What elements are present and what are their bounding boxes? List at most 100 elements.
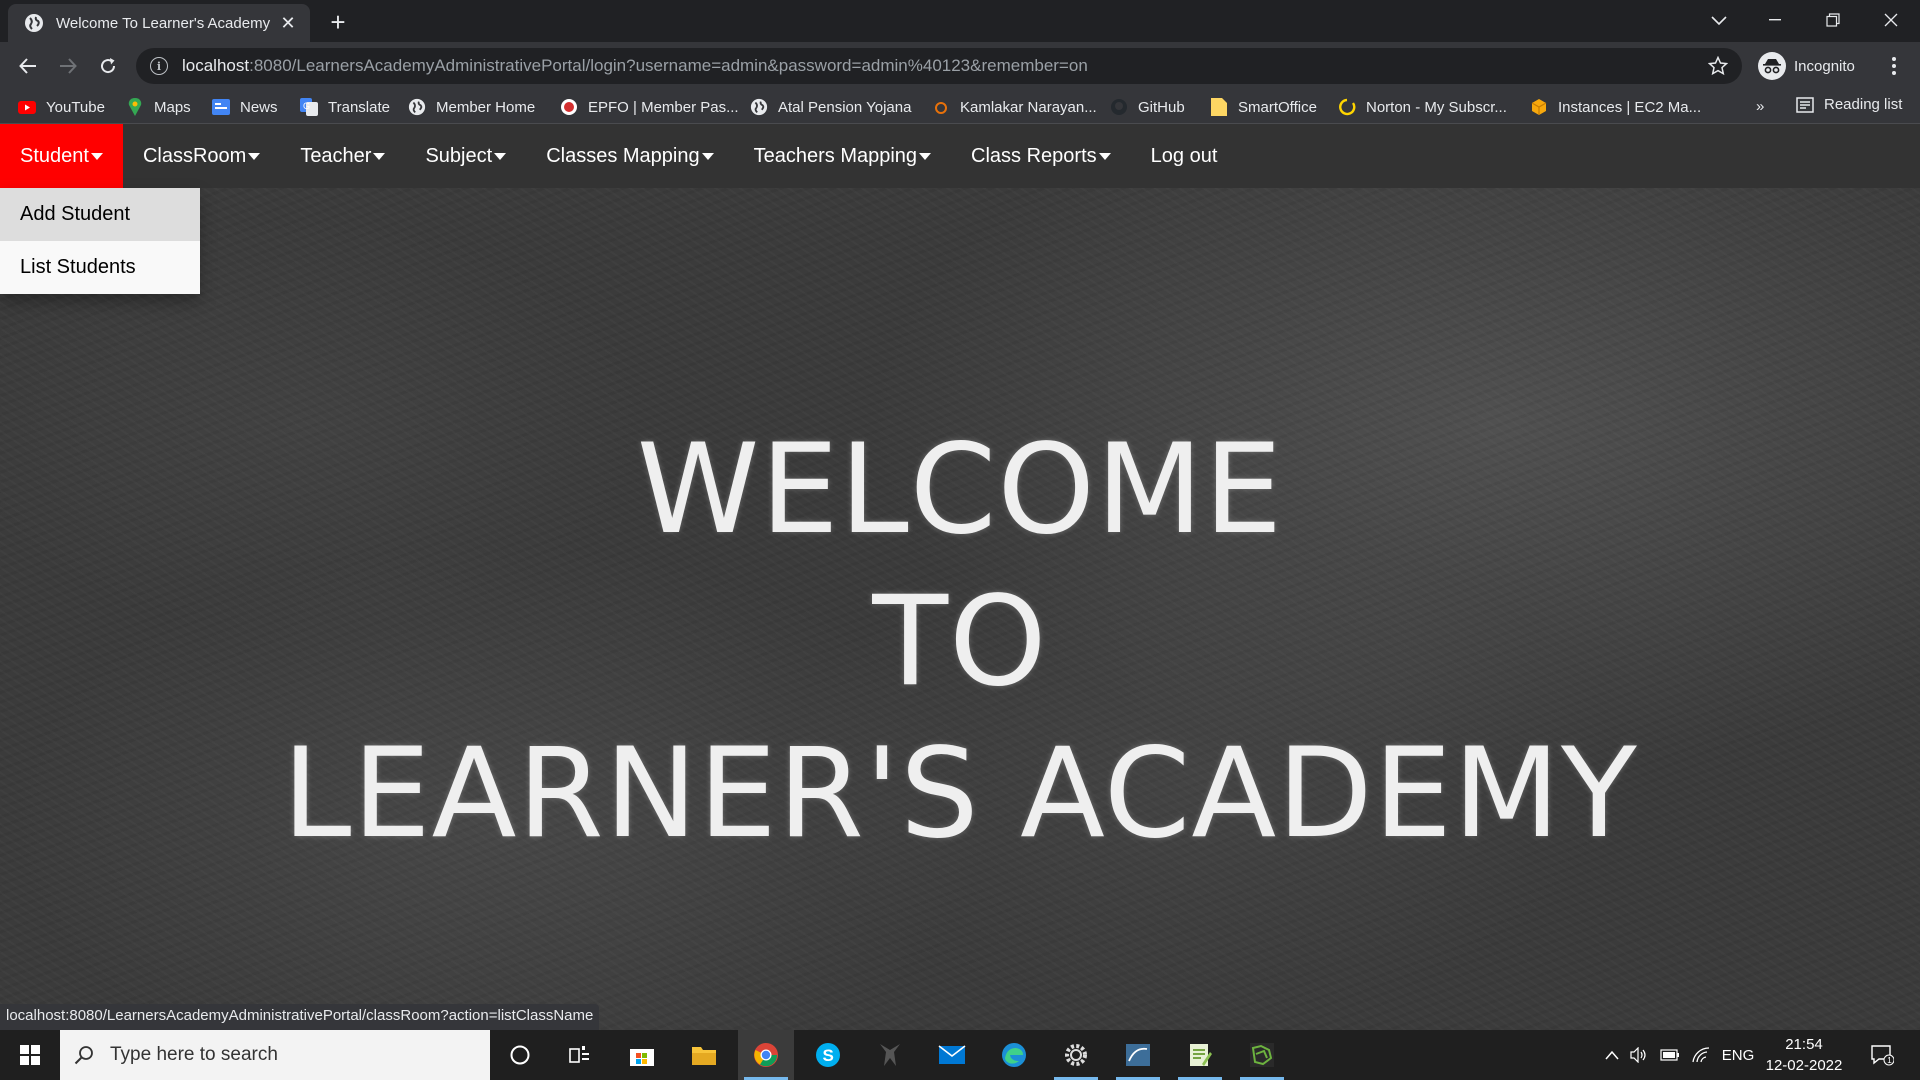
ring-icon bbox=[932, 98, 950, 116]
welcome-line: WELCOME bbox=[636, 418, 1284, 562]
bookmark-member-home[interactable]: Member Home bbox=[408, 96, 535, 118]
bookmark-smartoffice[interactable]: SmartOffice bbox=[1210, 96, 1317, 118]
volume-icon[interactable] bbox=[1626, 1030, 1652, 1080]
restore-window-icon[interactable] bbox=[1804, 0, 1862, 40]
bookmark-label: YouTube bbox=[46, 98, 105, 116]
bookmark-label: SmartOffice bbox=[1238, 98, 1317, 116]
bookmark-translate[interactable]: G Translate bbox=[300, 96, 390, 118]
store-icon[interactable] bbox=[614, 1030, 670, 1080]
nav-label: Teachers Mapping bbox=[753, 144, 918, 167]
caret-down-icon bbox=[1098, 152, 1111, 160]
caret-down-icon bbox=[90, 152, 103, 160]
bookmark-label: Atal Pension Yojana bbox=[778, 98, 912, 116]
nav-logout[interactable]: Log out bbox=[1131, 124, 1238, 188]
page-viewport: Student ClassRoom Teacher Subject Classe… bbox=[0, 124, 1920, 1030]
bookmark-github[interactable]: GitHub bbox=[1110, 96, 1185, 118]
menu-item-list-students[interactable]: List Students bbox=[0, 241, 200, 294]
address-bar[interactable]: i localhost:8080/LearnersAcademyAdminist… bbox=[136, 48, 1742, 84]
nav-subject[interactable]: Subject bbox=[405, 124, 526, 188]
bookmarks-overflow-button[interactable]: » bbox=[1756, 98, 1764, 115]
welcome-line: TO bbox=[872, 570, 1048, 714]
close-window-icon[interactable] bbox=[1862, 0, 1920, 40]
welcome-line: LEARNER'S ACADEMY bbox=[282, 722, 1638, 866]
site-info-icon[interactable]: i bbox=[150, 57, 168, 75]
back-arrow-icon[interactable] bbox=[12, 50, 44, 82]
file-explorer-icon[interactable] bbox=[676, 1030, 732, 1080]
bookmark-epfo[interactable]: EPFO | Member Pas... bbox=[560, 96, 739, 118]
spring-tool-suite-icon[interactable] bbox=[1234, 1030, 1290, 1080]
bookmark-kamlakar[interactable]: Kamlakar Narayan... bbox=[932, 96, 1097, 118]
browser-menu-icon[interactable] bbox=[1882, 54, 1906, 78]
globe-icon bbox=[750, 98, 768, 116]
tab-close-icon[interactable]: ✕ bbox=[278, 13, 298, 33]
mail-icon[interactable] bbox=[924, 1030, 980, 1080]
wifi-icon[interactable] bbox=[1688, 1030, 1714, 1080]
bookmark-label: Member Home bbox=[436, 98, 536, 116]
nav-label: Log out bbox=[1150, 144, 1218, 167]
bookmark-ec2[interactable]: Instances | EC2 Ma... bbox=[1530, 96, 1701, 118]
app-navbar: Student ClassRoom Teacher Subject Classe… bbox=[0, 124, 1920, 188]
address-url[interactable]: localhost:8080/LearnersAcademyAdministra… bbox=[182, 56, 1088, 76]
chrome-icon[interactable] bbox=[738, 1030, 794, 1080]
browser-tabstrip: Welcome To Learner's Academy ✕ + bbox=[0, 0, 1920, 42]
forward-arrow-icon[interactable] bbox=[52, 50, 84, 82]
reload-icon[interactable] bbox=[92, 50, 124, 82]
student-dropdown-menu: Add Student List Students bbox=[0, 188, 200, 294]
windows-start-icon[interactable] bbox=[0, 1030, 60, 1080]
nav-label: Teacher bbox=[300, 144, 372, 167]
battery-icon[interactable] bbox=[1656, 1030, 1684, 1080]
bookmark-norton[interactable]: Norton - My Subscr... bbox=[1338, 96, 1507, 118]
windows-taskbar: Type here to search S ENG 21:54 12-02-20… bbox=[0, 1030, 1920, 1080]
show-hidden-icons-chevron-icon[interactable] bbox=[1600, 1030, 1624, 1080]
cortana-icon[interactable] bbox=[492, 1030, 548, 1080]
bookmark-atal-pension[interactable]: Atal Pension Yojana bbox=[750, 96, 911, 118]
predator-icon[interactable] bbox=[862, 1030, 918, 1080]
bookmark-maps[interactable]: Maps bbox=[126, 96, 191, 118]
nav-teacher[interactable]: Teacher bbox=[280, 124, 405, 188]
reading-list-button[interactable]: Reading list bbox=[1796, 96, 1902, 113]
link-status-bar: localhost:8080/LearnersAcademyAdministra… bbox=[0, 1004, 600, 1030]
caret-down-icon bbox=[248, 152, 261, 160]
welcome-heading: WELCOME TO LEARNER'S ACADEMY bbox=[0, 414, 1920, 870]
aws-icon bbox=[1530, 98, 1548, 116]
tab-search-chevron-icon[interactable] bbox=[1704, 6, 1734, 36]
nav-classroom[interactable]: ClassRoom bbox=[123, 124, 280, 188]
menu-item-add-student[interactable]: Add Student bbox=[0, 188, 200, 241]
globe-icon bbox=[25, 14, 43, 32]
github-icon bbox=[1110, 98, 1128, 116]
settings-icon[interactable] bbox=[1048, 1030, 1104, 1080]
globe-icon bbox=[408, 98, 426, 116]
skype-icon[interactable]: S bbox=[800, 1030, 856, 1080]
notification-center-icon[interactable]: 1 bbox=[1862, 1030, 1902, 1080]
taskbar-clock[interactable]: 21:54 12-02-2022 bbox=[1762, 1034, 1846, 1076]
bookmark-label: Norton - My Subscr... bbox=[1366, 98, 1507, 116]
browser-tab-active[interactable]: Welcome To Learner's Academy ✕ bbox=[8, 4, 310, 42]
incognito-profile-button[interactable]: Incognito bbox=[1752, 48, 1867, 84]
minimize-window-icon[interactable] bbox=[1746, 0, 1804, 40]
notepad-icon[interactable] bbox=[1172, 1030, 1228, 1080]
edge-icon[interactable] bbox=[986, 1030, 1042, 1080]
bookmark-youtube[interactable]: YouTube bbox=[18, 96, 105, 118]
translate-icon: G bbox=[300, 98, 318, 116]
caret-down-icon bbox=[701, 152, 714, 160]
bookmark-label: GitHub bbox=[1138, 98, 1185, 116]
caret-down-icon bbox=[373, 152, 386, 160]
mysql-workbench-icon[interactable] bbox=[1110, 1030, 1166, 1080]
bookmark-news[interactable]: News bbox=[212, 96, 278, 118]
nav-label: Class Reports bbox=[971, 144, 1097, 167]
nav-teachers-mapping[interactable]: Teachers Mapping bbox=[734, 124, 951, 188]
nav-classes-mapping[interactable]: Classes Mapping bbox=[526, 124, 733, 188]
task-view-icon[interactable] bbox=[552, 1030, 608, 1080]
nav-label: ClassRoom bbox=[142, 144, 247, 167]
bookmark-star-icon[interactable] bbox=[1708, 56, 1728, 76]
nav-student[interactable]: Student bbox=[0, 124, 123, 188]
reading-list-icon bbox=[1796, 96, 1814, 113]
bookmark-label: EPFO | Member Pas... bbox=[588, 98, 739, 116]
language-indicator[interactable]: ENG bbox=[1718, 1030, 1758, 1080]
bookmark-label: Kamlakar Narayan... bbox=[960, 98, 1097, 116]
bookmark-label: Instances | EC2 Ma... bbox=[1558, 98, 1702, 116]
nav-class-reports[interactable]: Class Reports bbox=[951, 124, 1131, 188]
taskbar-search-box[interactable]: Type here to search bbox=[60, 1030, 490, 1080]
new-tab-button[interactable]: + bbox=[324, 7, 352, 37]
url-host: localhost bbox=[182, 56, 250, 75]
